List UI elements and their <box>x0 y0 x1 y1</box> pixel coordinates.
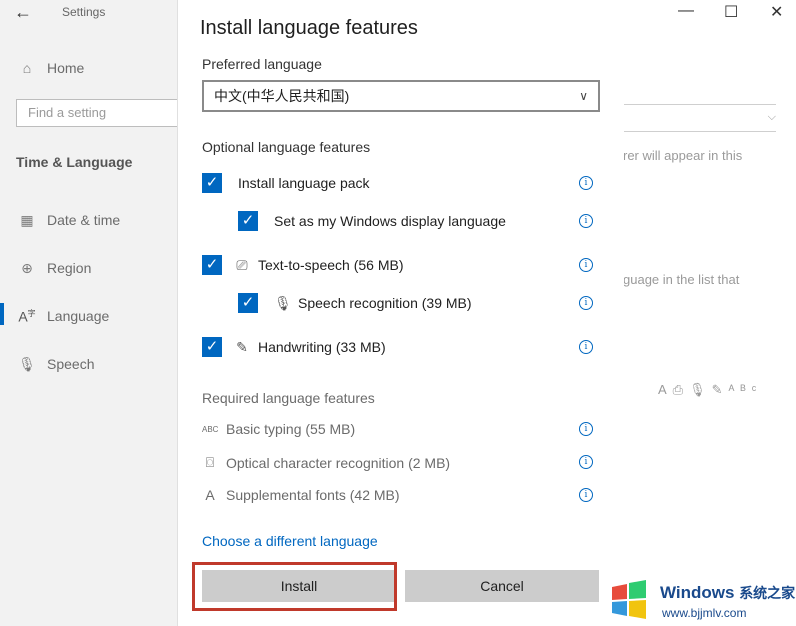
font-icon: A <box>205 487 215 503</box>
watermark-brand-cn: 系统之家 <box>739 585 796 601</box>
settings-sidebar: ← Settings ⌂ Home Find a setting Time & … <box>0 0 186 626</box>
app-title: Settings <box>62 5 106 19</box>
nav-selection-indicator <box>0 303 4 325</box>
chevron-down-icon: ∨ <box>579 89 588 103</box>
dialog-title: Install language features <box>200 17 418 39</box>
option-label: Text-to-speech (56 MB) <box>258 257 404 273</box>
option-text-to-speech[interactable]: ✓ ⎚ Text-to-speech (56 MB) <box>202 255 404 275</box>
watermark-brand: Windows 系统之家 <box>660 583 795 603</box>
preferred-language-select[interactable]: 中文(中华人民共和国) ∨ <box>202 80 600 112</box>
background-dropdown[interactable]: ⌵ <box>623 104 776 132</box>
info-icon[interactable]: i <box>579 176 593 190</box>
option-speech-recognition[interactable]: ✓ 🎙︎ Speech recognition (39 MB) <box>238 293 472 313</box>
nav-home-label: Home <box>47 60 85 76</box>
required-basic-typing: ABC Basic typing (55 MB) <box>202 421 355 437</box>
nav-language-label: Language <box>47 308 110 324</box>
handwriting-icon: ✎ <box>236 338 248 355</box>
option-label: Install language pack <box>238 175 370 191</box>
install-language-dialog: Install language features Preferred lang… <box>177 0 624 626</box>
background-text: rer will appear in this <box>623 148 743 163</box>
microphone-icon: 🎙︎ <box>18 355 36 372</box>
back-arrow-icon[interactable]: ← <box>14 2 32 23</box>
cancel-button[interactable]: Cancel <box>405 570 599 602</box>
nav-speech-label: Speech <box>47 356 95 372</box>
checkbox[interactable]: ✓ <box>202 337 222 357</box>
optional-features-label: Optional language features <box>202 139 371 155</box>
nav-date-time-label: Date & time <box>47 212 121 228</box>
info-icon[interactable]: i <box>579 214 593 228</box>
home-icon: ⌂ <box>22 60 32 76</box>
nav-speech[interactable]: 🎙︎ Speech <box>16 354 94 374</box>
option-label: Speech recognition (39 MB) <box>298 295 472 311</box>
nav-date-time[interactable]: ▦ Date & time <box>16 210 120 230</box>
info-icon[interactable]: i <box>579 258 593 272</box>
minimize-button[interactable]: — <box>678 2 694 20</box>
choose-different-language-link[interactable]: Choose a different language <box>202 533 378 549</box>
option-display-language[interactable]: ✓ Set as my Windows display language <box>238 211 506 231</box>
option-label: Set as my Windows display language <box>274 213 506 229</box>
install-highlight-box <box>192 562 397 611</box>
close-button[interactable]: ✕ <box>770 2 783 22</box>
info-icon[interactable]: i <box>579 422 593 436</box>
calendar-icon: ▦ <box>20 211 34 228</box>
info-icon[interactable]: i <box>579 455 593 469</box>
camera-icon: ⌼ <box>205 454 215 470</box>
windows-logo-icon <box>612 580 646 619</box>
watermark: Windows 系统之家 www.bjjmlv.com <box>606 575 796 625</box>
nav-language[interactable]: A字 Language <box>16 306 109 326</box>
nav-home[interactable]: ⌂ Home <box>16 58 85 78</box>
maximize-button[interactable]: ☐ <box>724 2 738 22</box>
required-ocr: ⌼ Optical character recognition (2 MB) <box>202 454 450 471</box>
language-icon: A字 <box>18 308 36 325</box>
option-label: Handwriting (33 MB) <box>258 339 386 355</box>
chevron-down-icon: ⌵ <box>767 111 776 123</box>
info-icon[interactable]: i <box>579 296 593 310</box>
watermark-brand-en: Windows <box>660 583 735 602</box>
microphone-icon: 🎙︎ <box>274 294 292 311</box>
checkbox[interactable]: ✓ <box>238 211 258 231</box>
language-feature-icons: A⎙🎙︎✎ᴬᴮᶜ <box>658 382 763 397</box>
section-heading: Time & Language <box>16 154 133 170</box>
preferred-language-value: 中文(中华人民共和国) <box>214 88 350 104</box>
preferred-language-label: Preferred language <box>202 56 322 72</box>
globe-icon: ⊕ <box>21 259 33 276</box>
required-label: Basic typing (55 MB) <box>226 421 356 437</box>
required-label: Supplemental fonts (42 MB) <box>226 487 400 503</box>
option-language-pack[interactable]: ✓ Install language pack <box>202 173 370 193</box>
checkbox[interactable]: ✓ <box>202 255 222 275</box>
settings-content-pane: — ☐ ✕ <box>623 0 796 626</box>
search-input[interactable]: Find a setting <box>16 99 186 127</box>
nav-region[interactable]: ⊕ Region <box>16 258 91 278</box>
text-to-speech-icon: ⎚ <box>236 256 248 273</box>
checkbox[interactable]: ✓ <box>202 173 222 193</box>
info-icon[interactable]: i <box>579 340 593 354</box>
abc-icon: ABC <box>202 424 219 434</box>
option-handwriting[interactable]: ✓ ✎ Handwriting (33 MB) <box>202 337 386 357</box>
info-icon[interactable]: i <box>579 488 593 502</box>
required-features-label: Required language features <box>202 390 375 406</box>
checkbox[interactable]: ✓ <box>238 293 258 313</box>
required-fonts: A Supplemental fonts (42 MB) <box>202 487 400 503</box>
watermark-url: www.bjjmlv.com <box>662 606 747 620</box>
nav-region-label: Region <box>47 260 92 276</box>
required-label: Optical character recognition (2 MB) <box>226 454 451 471</box>
background-text: guage in the list that <box>623 272 740 287</box>
